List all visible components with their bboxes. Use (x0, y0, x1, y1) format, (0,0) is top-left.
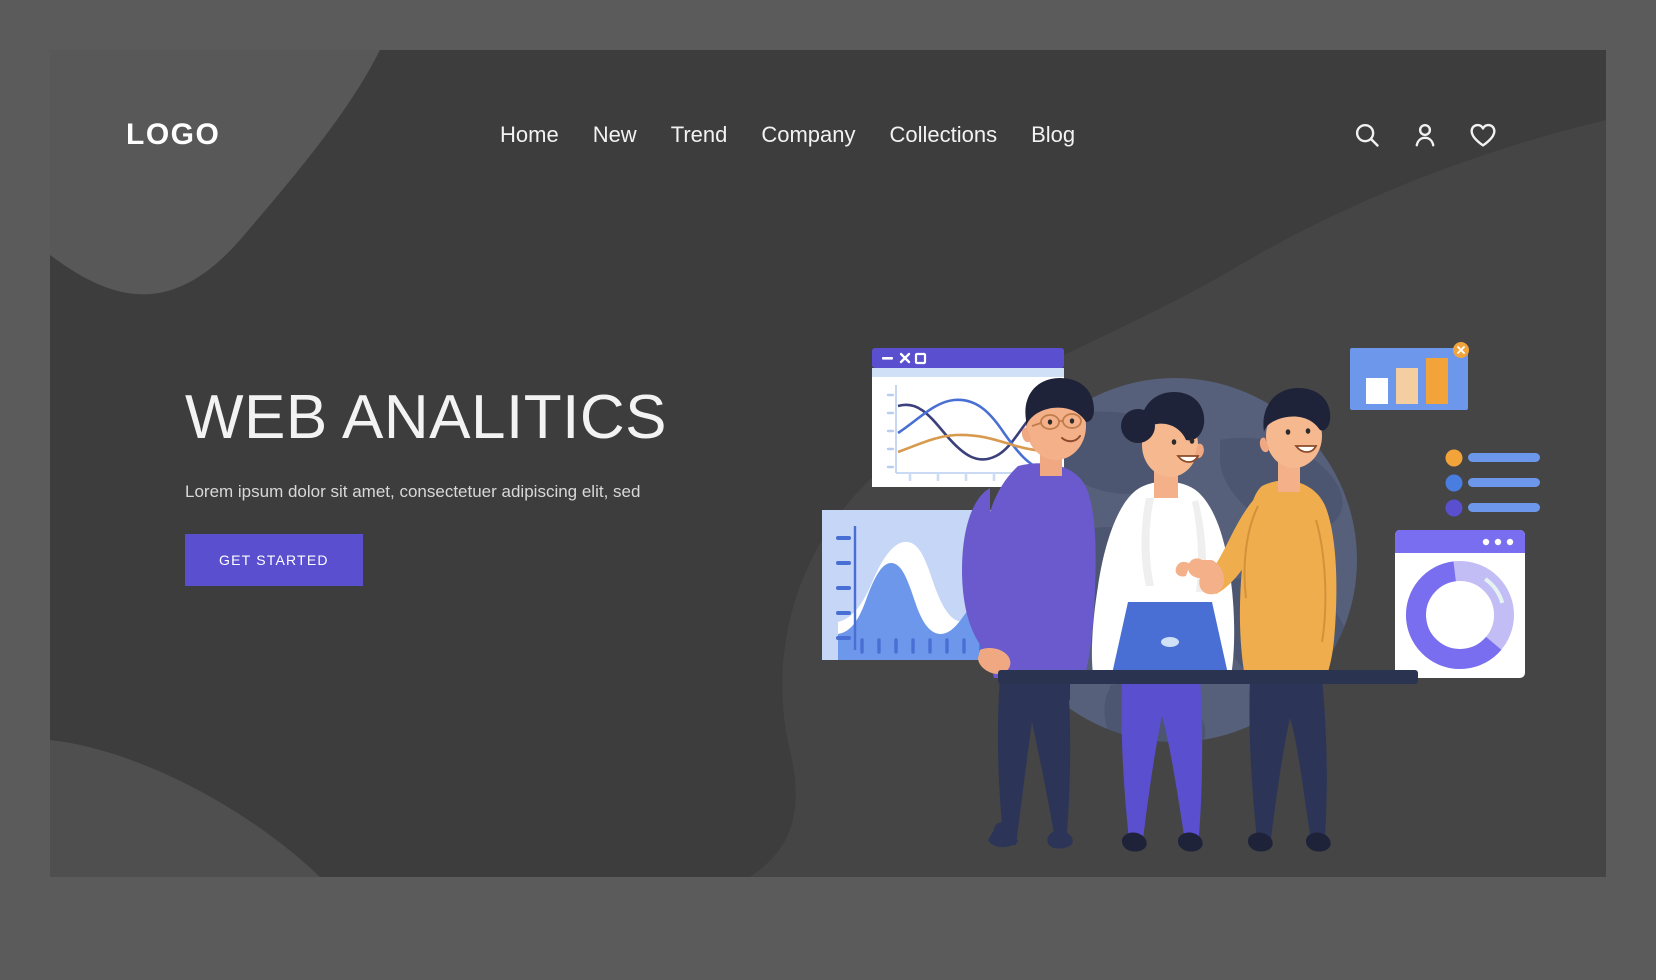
shoe (1305, 832, 1331, 852)
nav-links: Home New Trend Company Collections Blog (500, 122, 1075, 148)
nav-item-collections[interactable]: Collections (890, 122, 998, 148)
hair-bun (1121, 409, 1155, 443)
nav-item-blog[interactable]: Blog (1031, 122, 1075, 148)
nav-item-trend[interactable]: Trend (671, 122, 728, 148)
list-row (1445, 449, 1540, 467)
minimize-icon (882, 357, 893, 360)
page-title: WEB ANALITICS (185, 383, 667, 452)
blob-bottom-left (50, 750, 250, 877)
bar-2 (1396, 368, 1418, 404)
shoe (1047, 830, 1073, 849)
bar-chart-widget (1350, 342, 1469, 410)
nav-item-new[interactable]: New (593, 122, 637, 148)
user-icon[interactable] (1410, 120, 1440, 150)
list-row (1445, 474, 1540, 492)
nav-item-home[interactable]: Home (500, 122, 559, 148)
bar-3 (1426, 358, 1448, 404)
page-root: LOGO Home New Trend Company Collections … (0, 0, 1656, 980)
list-widget (1445, 449, 1540, 517)
nav-item-company[interactable]: Company (761, 122, 855, 148)
search-icon[interactable] (1352, 120, 1382, 150)
nav-icon-group (1352, 120, 1498, 150)
analytics-illustration (750, 230, 1550, 877)
hero-section: LOGO Home New Trend Company Collections … (50, 50, 1606, 877)
list-row (1445, 499, 1540, 517)
window-dots (1482, 538, 1514, 546)
get-started-button[interactable]: GET STARTED (185, 533, 363, 586)
hero-copy: WEB ANALITICS Lorem ipsum dolor sit amet… (185, 385, 745, 586)
bar-1 (1366, 378, 1388, 404)
heart-icon[interactable] (1468, 120, 1498, 150)
donut-chart-window (1395, 530, 1525, 678)
top-navigation: LOGO Home New Trend Company Collections … (50, 50, 1606, 225)
hero-subtitle: Lorem ipsum dolor sit amet, consectetuer… (185, 482, 641, 502)
blob-bottom-curve (50, 740, 320, 877)
desk-surface (998, 670, 1418, 684)
site-logo[interactable]: LOGO (126, 118, 220, 152)
